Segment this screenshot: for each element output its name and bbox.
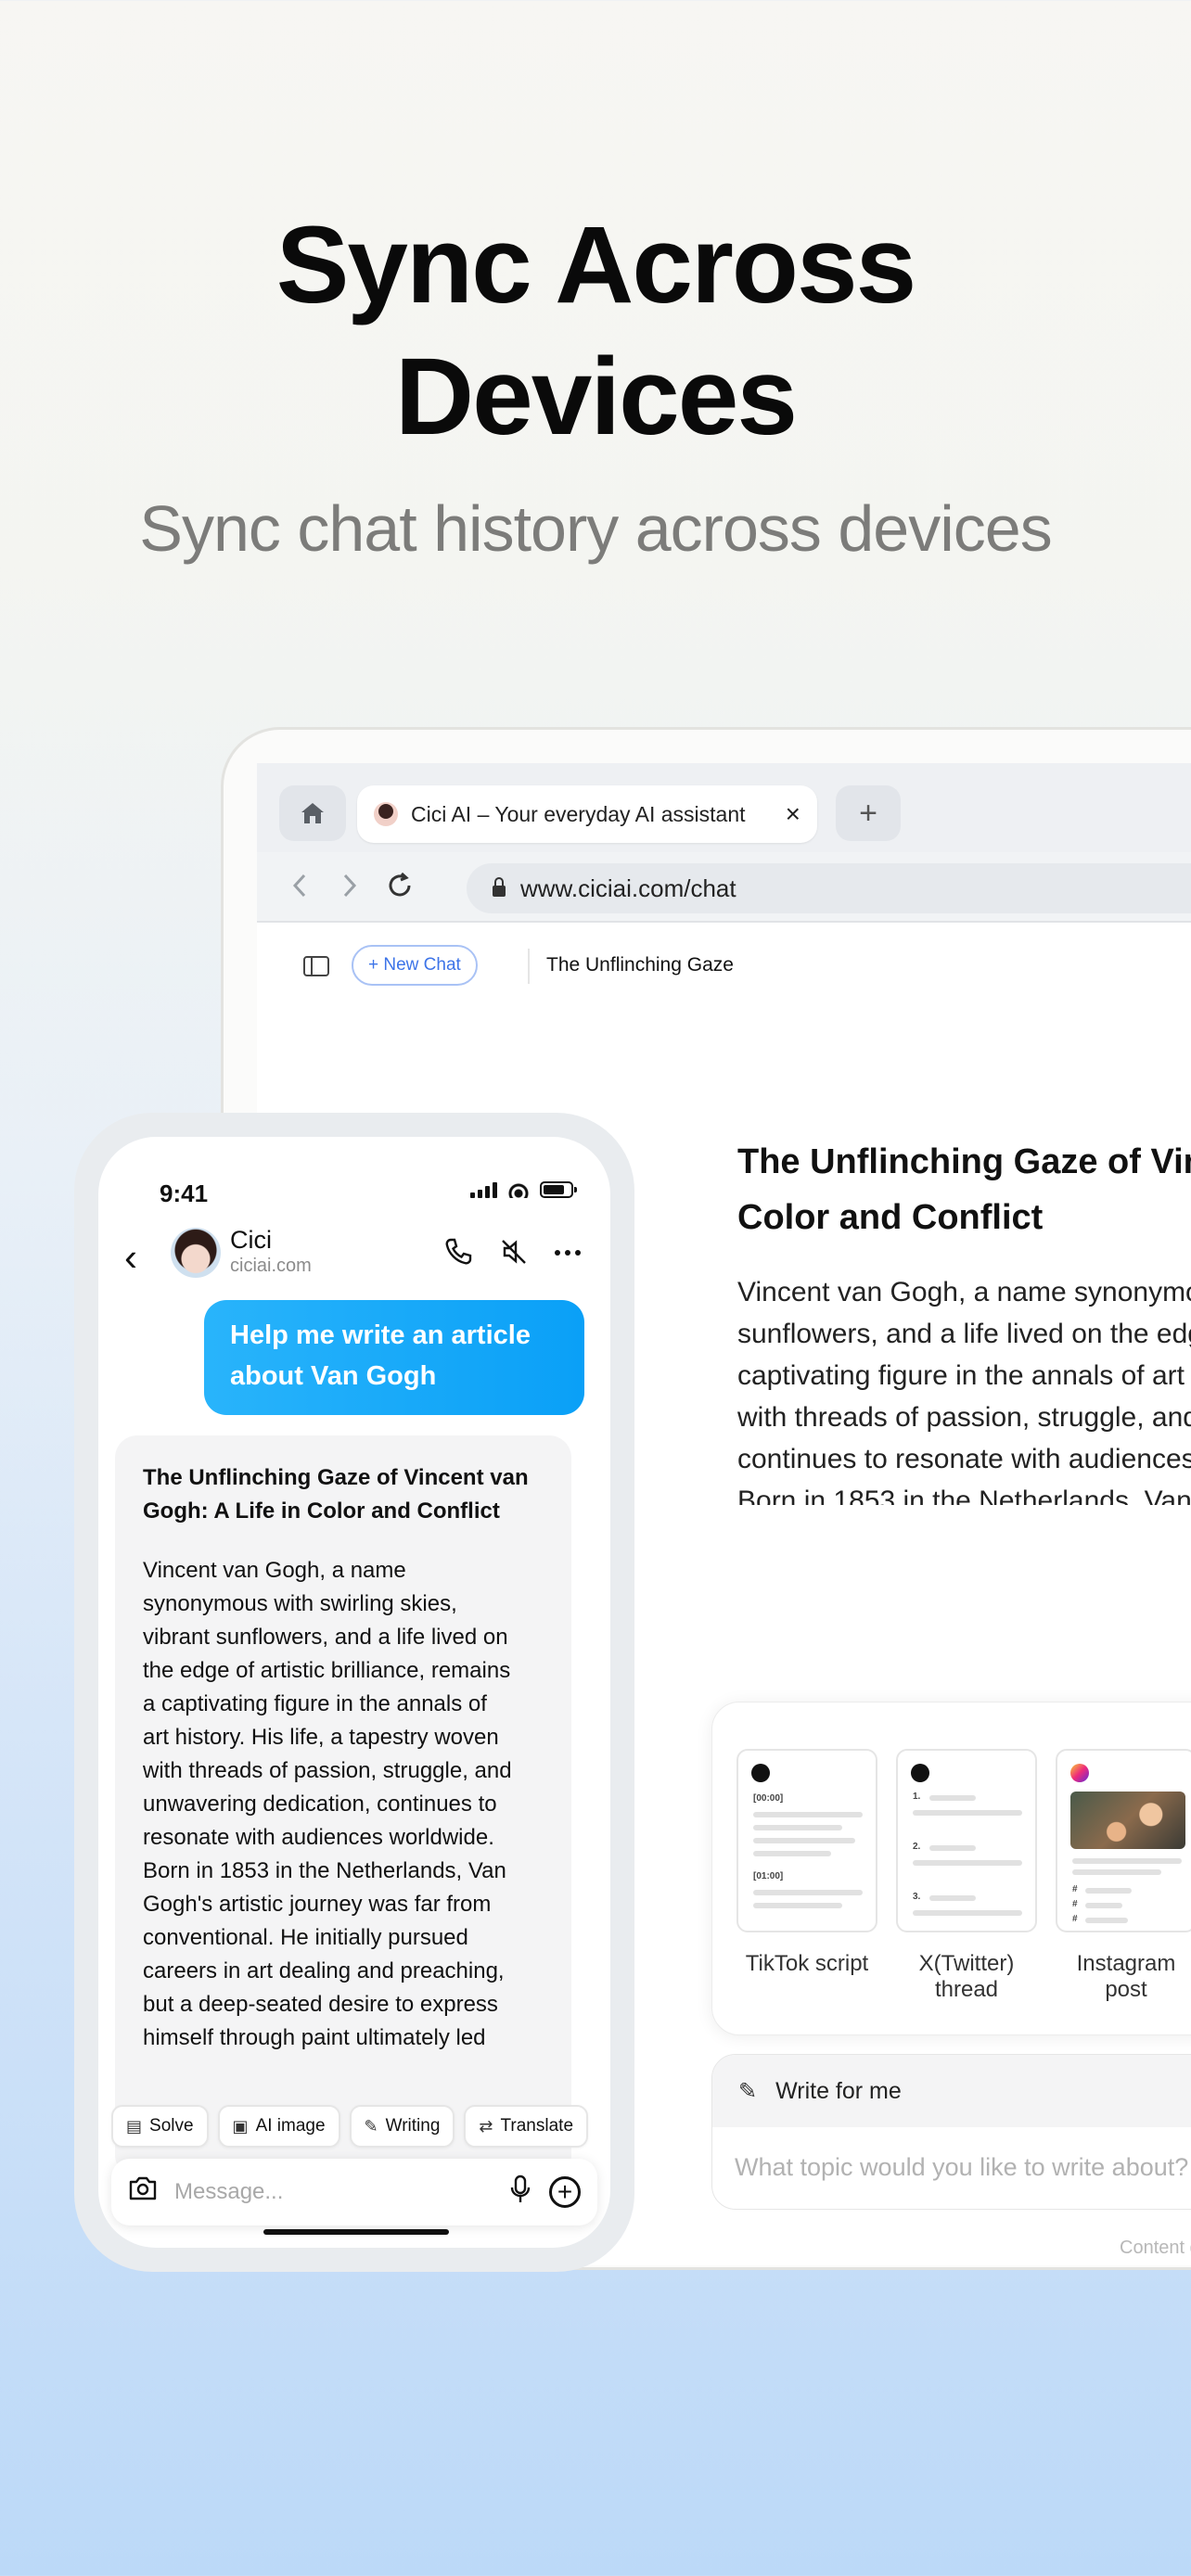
forward-arrow-icon[interactable]: [331, 867, 368, 904]
chip-label: Translate: [500, 2116, 574, 2136]
template-tiktok-script[interactable]: [00:00] [01:00] TikTok script: [736, 1749, 877, 1977]
template-instagram-post[interactable]: # # # Instagram post: [1056, 1749, 1191, 2003]
instagram-icon: [1070, 1764, 1089, 1782]
write-for-me-card: ✎ Write for me What topic would you like…: [711, 2054, 1191, 2210]
chip-label: Solve: [149, 2116, 194, 2136]
calculator-icon: ▤: [126, 2116, 143, 2136]
cici-favicon-icon: [374, 802, 398, 826]
chip-label: AI image: [255, 2116, 326, 2136]
url-field[interactable]: www.ciciai.com/chat: [467, 863, 1191, 913]
user-message-bubble: Help me write an article about Van Gogh: [204, 1300, 584, 1415]
status-time: 9:41: [160, 1180, 209, 1207]
ai-disclaimer: Content generated by AI: [1120, 2238, 1191, 2258]
signal-icon: [470, 1181, 497, 1198]
magic-pen-icon: ✎: [738, 2078, 758, 2104]
edit-icon: ✎: [364, 2116, 378, 2136]
lock-icon: [493, 877, 506, 897]
article-body: Vincent van Gogh, a name synonymous with…: [737, 1277, 1191, 1505]
image-icon: ▣: [232, 2116, 249, 2136]
home-indicator: [263, 2229, 449, 2235]
home-icon: [301, 803, 324, 823]
active-tab[interactable]: Cici AI – Your everyday AI assistant ×: [357, 785, 817, 843]
tab-bar: Cici AI – Your everyday AI assistant × +: [257, 763, 1191, 852]
new-tab-button[interactable]: +: [836, 785, 901, 841]
x-icon: [911, 1764, 929, 1782]
tab-title: Cici AI – Your everyday AI assistant: [411, 801, 746, 826]
mute-speaker-icon[interactable]: [499, 1237, 529, 1274]
hero-title: Sync Across Devices: [275, 204, 917, 458]
camera-icon[interactable]: [128, 2175, 158, 2209]
close-tab-icon[interactable]: ×: [786, 799, 800, 829]
phone-call-icon[interactable]: [443, 1237, 473, 1274]
sidebar-toggle-icon[interactable]: [303, 956, 329, 976]
reply-body: Vincent van Gogh, a name synonymous with…: [143, 1558, 512, 2050]
write-for-me-label: Write for me: [775, 2077, 902, 2104]
quick-actions: ▤ Solve ▣ AI image ✎ Writing ⇄ Translate: [111, 2105, 589, 2148]
bot-name: Cici: [230, 1226, 272, 1254]
hero-subtitle: Sync chat history across devices: [139, 492, 1052, 565]
solve-button[interactable]: ▤ Solve: [111, 2105, 209, 2148]
post-photo-thumbnail: [1070, 1792, 1185, 1849]
bot-site: ciciai.com: [230, 1256, 312, 1276]
address-bar: www.ciciai.com/chat: [257, 852, 1191, 923]
article-content: The Unflinching Gaze of Vincent van Gogh…: [737, 1134, 1191, 1505]
status-icons: [470, 1181, 577, 1198]
url-text: www.ciciai.com/chat: [520, 874, 736, 902]
message-composer: Message... +: [111, 2159, 597, 2225]
battery-icon: [540, 1181, 577, 1198]
template-thumbnail: 1. 2. 3.: [896, 1749, 1037, 1932]
reload-icon[interactable]: [381, 867, 418, 904]
bot-reply-bubble: The Unflinching Gaze of Vincent van Gogh…: [115, 1435, 571, 2177]
phone-device-frame: 9:41 ‹ Cici ciciai.com Help me write an …: [74, 1113, 634, 2272]
message-input[interactable]: Message...: [174, 2179, 510, 2205]
avatar[interactable]: [171, 1228, 221, 1278]
template-thumbnail: # # #: [1056, 1749, 1191, 1932]
writing-templates-card: [00:00] [01:00] TikTok script 1. 2. 3. X…: [711, 1702, 1191, 2035]
add-attachment-icon[interactable]: +: [549, 2176, 581, 2208]
wifi-icon: [506, 1181, 531, 1198]
more-options-icon[interactable]: [553, 1237, 583, 1274]
chip-label: Writing: [385, 2116, 441, 2136]
ai-image-button[interactable]: ▣ AI image: [217, 2105, 340, 2148]
article-title: The Unflinching Gaze of Vincent van Gogh…: [737, 1142, 1191, 1237]
topic-input[interactable]: What topic would you like to write about…: [712, 2127, 1191, 2182]
chat-app-header: + New Chat The Unflinching Gaze: [257, 923, 1191, 1015]
writing-button[interactable]: ✎ Writing: [349, 2105, 455, 2148]
new-chat-button[interactable]: + New Chat: [352, 945, 478, 986]
template-x-thread[interactable]: 1. 2. 3. X(Twitter) thread: [896, 1749, 1037, 2003]
chat-title: The Unflinching Gaze: [546, 954, 734, 976]
write-for-me-header[interactable]: ✎ Write for me: [712, 2055, 1191, 2127]
translate-button[interactable]: ⇄ Translate: [464, 2105, 589, 2148]
home-tab-button[interactable]: [279, 785, 346, 841]
back-chevron-icon[interactable]: ‹: [124, 1238, 137, 1277]
template-label: Instagram post: [1076, 1951, 1176, 2002]
translate-icon: ⇄: [479, 2116, 493, 2136]
phone-chat-header: ‹ Cici ciciai.com: [98, 1222, 610, 1296]
header-divider: [528, 949, 530, 984]
microphone-icon[interactable]: [510, 2174, 531, 2211]
back-arrow-icon[interactable]: [281, 867, 318, 904]
reply-title: The Unflinching Gaze of Vincent van Gogh…: [143, 1465, 529, 1524]
template-thumbnail: [00:00] [01:00]: [736, 1749, 877, 1932]
template-label: X(Twitter) thread: [918, 1951, 1015, 2002]
phone-screen: 9:41 ‹ Cici ciciai.com Help me write an …: [98, 1137, 610, 2248]
tiktok-icon: [751, 1764, 770, 1782]
template-label: TikTok script: [745, 1951, 869, 1976]
